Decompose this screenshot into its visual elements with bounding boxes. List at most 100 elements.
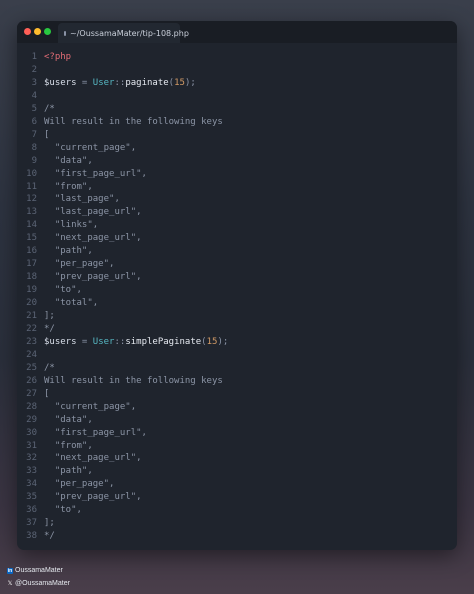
code-line: 12 "last_page", [17, 193, 120, 206]
code-token: 15 [174, 77, 185, 88]
code-line: 16 "path", [17, 245, 93, 258]
line-number: 27 [26, 388, 37, 399]
code-line: 38 */ [17, 530, 55, 543]
code-line: 36 "to", [17, 504, 82, 517]
line-number: 10 [26, 168, 37, 179]
code-token: <?php [44, 52, 72, 62]
code-token: ]; [44, 518, 55, 529]
code-token: Will result in the following keys [44, 375, 223, 386]
code-line: 7[ [17, 129, 50, 142]
code-token: paginate [125, 77, 169, 88]
maximize-button[interactable] [44, 28, 51, 35]
line-number: 20 [26, 298, 37, 309]
code-token: "prev_page_url", [44, 272, 142, 283]
line-number: 28 [26, 401, 37, 412]
code-line: 35 "prev_page_url", [17, 491, 141, 504]
code-line: 21]; [17, 310, 55, 323]
code-token: $users [44, 336, 77, 347]
code-line: 3 $users = User::paginate(15); [17, 77, 196, 90]
code-token: "path", [44, 246, 93, 257]
linkedin-handle: OussamaMater [15, 567, 63, 574]
code-token: User [92, 77, 115, 88]
code-token: simplePaginate [125, 336, 202, 347]
line-number: 5 [31, 103, 37, 114]
line-number: 24 [26, 349, 37, 360]
line-number: 25 [26, 362, 37, 373]
line-number: 15 [26, 233, 37, 244]
code-token: "next_page_url", [44, 233, 142, 244]
close-button[interactable] [24, 28, 31, 35]
code-token: ); [217, 336, 229, 347]
line-number: 14 [26, 220, 37, 231]
code-token: "current_page", [44, 142, 137, 153]
code-line: 19 "to", [17, 284, 82, 297]
line-number: 23 [26, 336, 37, 347]
x-credit[interactable]: 𝕏 @OussamaMater [7, 580, 70, 587]
line-number: 33 [26, 466, 37, 477]
line-number: 16 [26, 246, 37, 257]
code-token: :: [114, 77, 126, 88]
code-token: "from", [44, 440, 93, 451]
file-tab-label: ~/OussamaMater/tip-108.php [70, 28, 189, 38]
code-line: 10 "first_page_url", [17, 168, 147, 181]
link-icon [64, 30, 66, 36]
code-line: 9 "data", [17, 155, 93, 168]
code-token: "first_page_url", [44, 168, 147, 179]
line-number: 38 [26, 531, 37, 542]
code-token: */ [44, 323, 55, 334]
line-number: 8 [31, 142, 37, 153]
line-number: 32 [26, 453, 37, 464]
code-token: /* [44, 362, 55, 373]
code-line: 37]; [17, 517, 55, 530]
code-line: 30 "first_page_url", [17, 427, 147, 440]
code-token: "per_page", [44, 259, 115, 270]
line-number: 3 [31, 77, 37, 88]
code-token: = [76, 77, 93, 88]
code-token: User [92, 336, 115, 347]
code-token: [ [44, 388, 50, 399]
code-line: 6 Will result in the following keys [17, 116, 223, 129]
minimize-button[interactable] [34, 28, 41, 35]
file-tab[interactable]: ~/OussamaMater/tip-108.php [58, 23, 189, 43]
line-number: 13 [26, 207, 37, 218]
code-token: "total", [44, 298, 99, 309]
title-bar: ~/OussamaMater/tip-108.php [17, 21, 457, 43]
line-number: 26 [26, 375, 37, 386]
code-line: 27 [ [17, 388, 49, 401]
code-line: 18 "prev_page_url", [17, 271, 142, 284]
code-line: 34 "per_page", [17, 478, 114, 491]
linkedin-icon: in [7, 567, 13, 574]
code-token: [ [44, 129, 50, 140]
line-number: 37 [26, 518, 37, 529]
code-token: = [76, 336, 93, 347]
x-handle: @OussamaMater [15, 580, 70, 587]
code-token: "to", [44, 505, 82, 516]
code-token: "to", [44, 285, 82, 296]
code-line: 32 "next_page_url", [17, 452, 141, 465]
line-number: 11 [26, 181, 37, 192]
code-token: $users [44, 77, 77, 88]
code-line: 1 <?php [17, 51, 72, 64]
code-line: 33 "path", [17, 465, 93, 478]
line-number: 22 [26, 323, 37, 334]
line-number: 34 [26, 479, 37, 490]
line-number: 19 [26, 285, 37, 296]
code-line: 11 "from", [17, 181, 93, 194]
code-line: 17 "per_page", [17, 258, 114, 271]
line-number: 31 [26, 440, 37, 451]
line-number: 35 [26, 492, 37, 503]
code-token: /* [44, 103, 55, 114]
line-number: 36 [26, 505, 37, 516]
code-line: 5 /* [17, 103, 55, 116]
line-number: 30 [26, 427, 37, 438]
line-number: 12 [26, 194, 37, 205]
code-line: 13 "last_page_url", [17, 206, 141, 219]
line-number: 7 [31, 129, 37, 140]
code-line: 23 $users = User::simplePaginate(15); [17, 336, 228, 349]
code-token: */ [44, 531, 55, 542]
code-line: 8 "current_page", [17, 142, 137, 155]
line-number: 4 [31, 90, 37, 101]
linkedin-credit[interactable]: in OussamaMater [7, 567, 63, 574]
line-number: 1 [31, 52, 37, 62]
line-number: 18 [26, 272, 37, 283]
